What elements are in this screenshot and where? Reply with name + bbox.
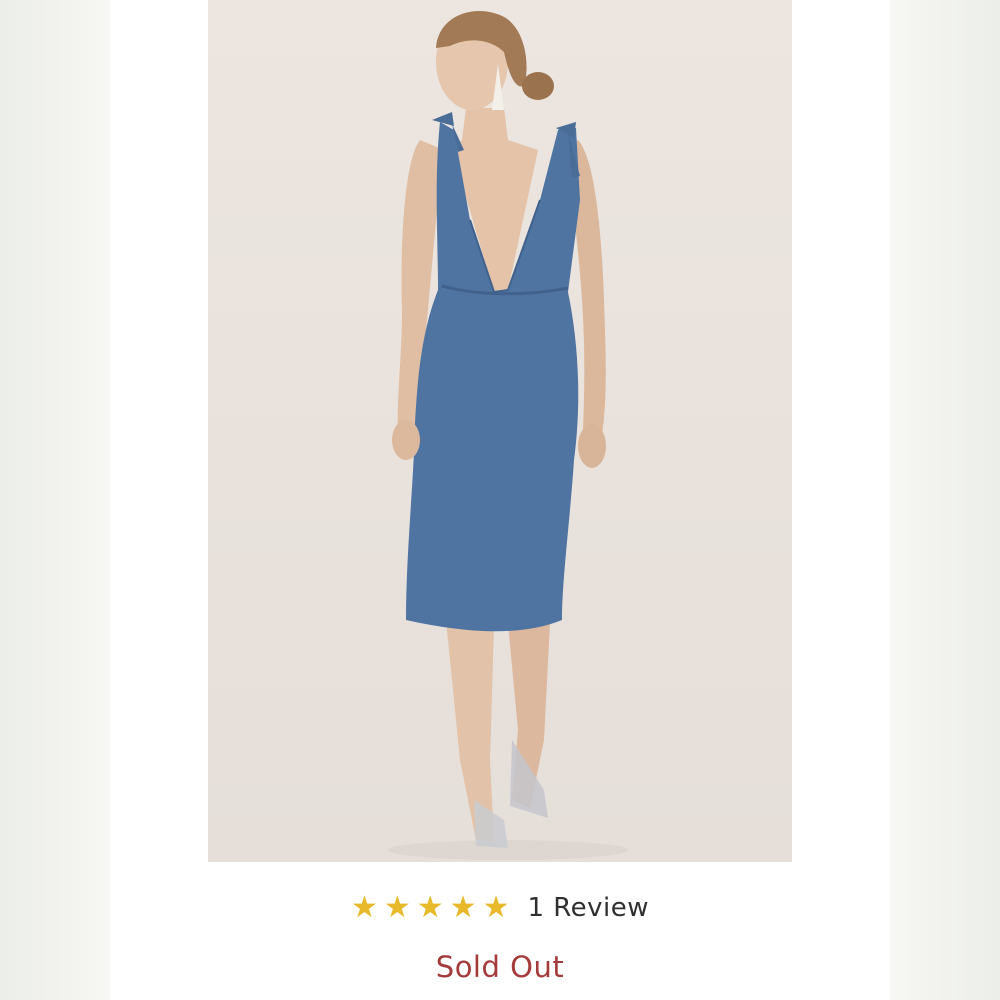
star-icon: ★: [449, 890, 477, 925]
product-photo-illustration: [388, 10, 628, 860]
star-icon: ★: [383, 890, 411, 925]
star-icon: ★: [350, 890, 378, 925]
star-icon: ★: [416, 890, 444, 925]
review-count-link[interactable]: 1 Review: [527, 893, 649, 923]
left-blur-panel: [0, 0, 110, 1000]
star-rating[interactable]: ★ ★ ★ ★ ★: [351, 893, 510, 923]
right-blur-panel: [890, 0, 1000, 1000]
product-photo[interactable]: [208, 0, 792, 862]
availability-status: Sold Out: [435, 950, 565, 984]
rating-row: ★ ★ ★ ★ ★ 1 Review: [0, 886, 1000, 930]
star-icon: ★: [482, 890, 510, 925]
